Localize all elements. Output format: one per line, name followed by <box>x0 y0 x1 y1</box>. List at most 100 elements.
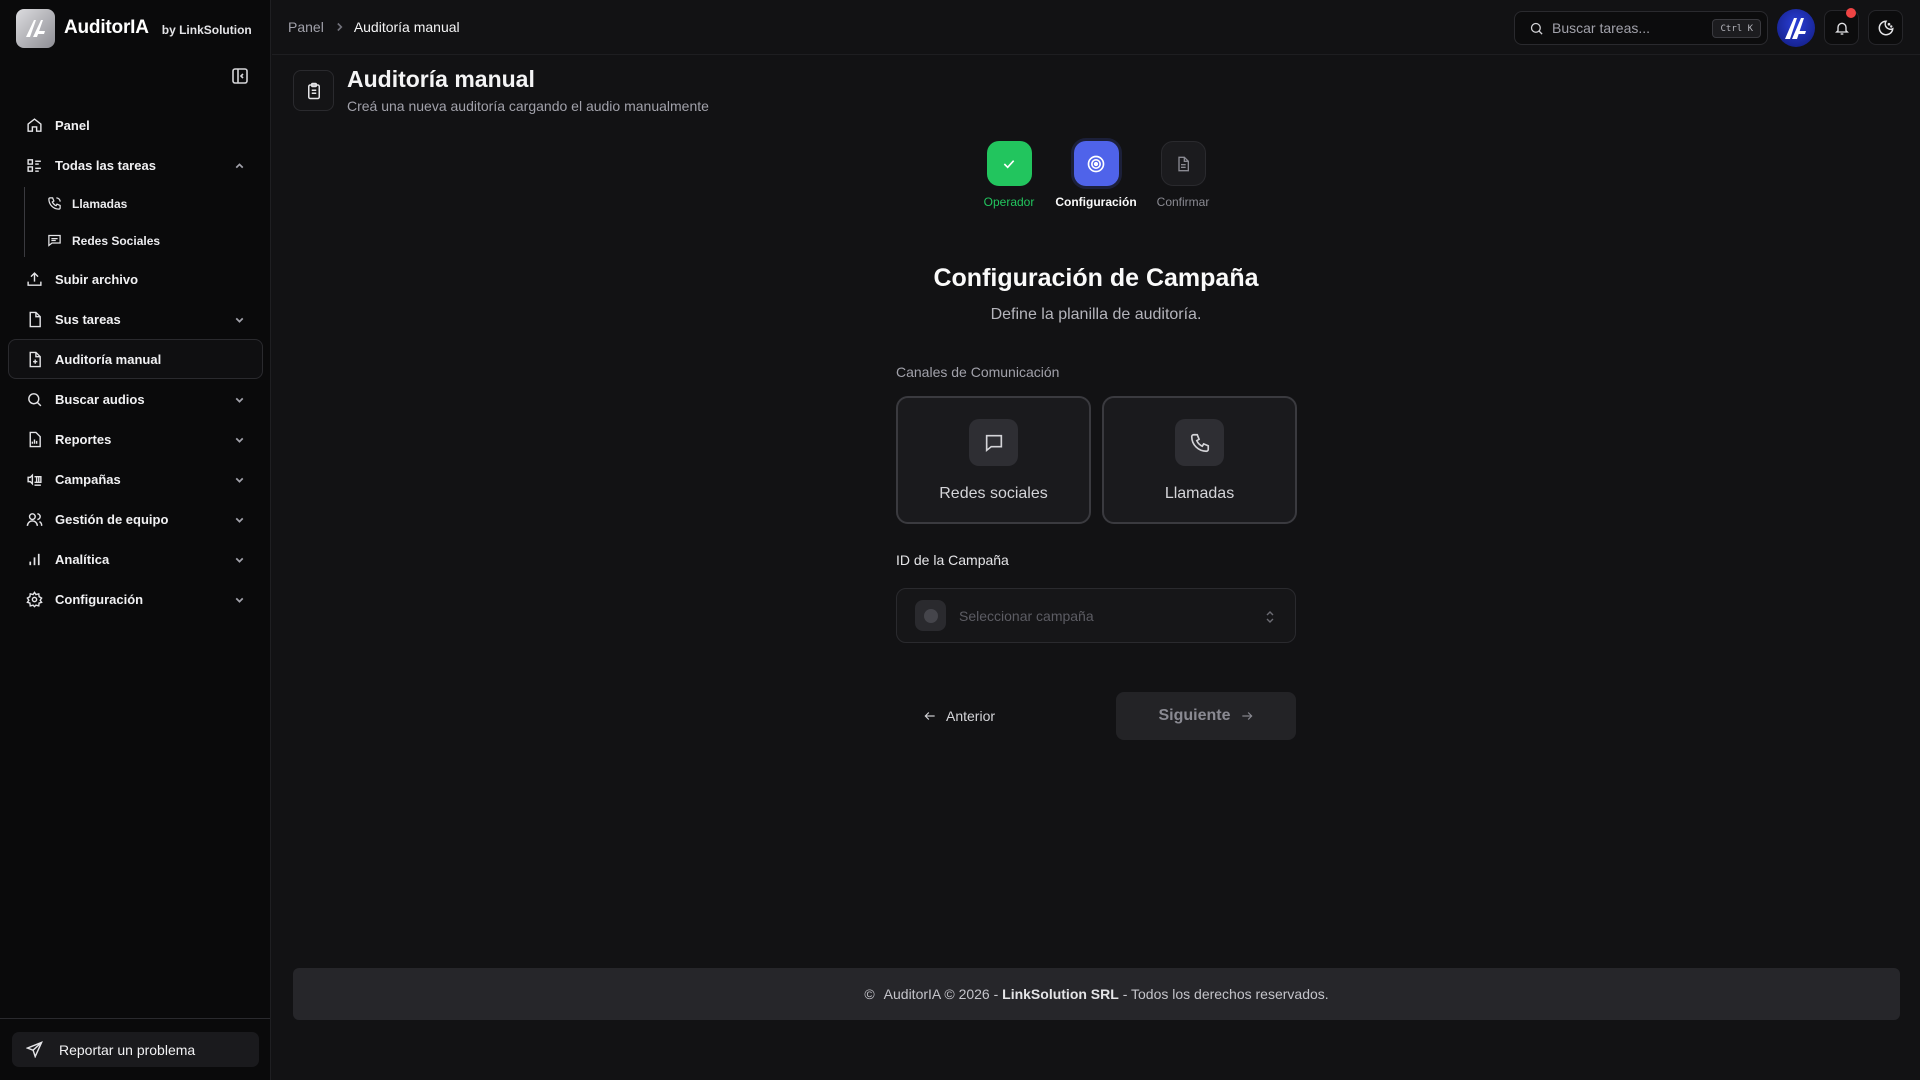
chevron-updown-icon <box>1266 611 1274 623</box>
notification-badge <box>1846 8 1856 18</box>
copyright-icon: © <box>864 986 875 1002</box>
chevron-up-icon <box>235 163 244 169</box>
sidebar-item-configuracion[interactable]: Configuración <box>8 579 263 619</box>
bell-icon <box>1834 22 1849 35</box>
sidebar-item-campanas[interactable]: Campañas <box>8 459 263 499</box>
step-label: Configuración <box>1055 195 1137 209</box>
sidebar-item-label: Gestión de equipo <box>55 511 169 527</box>
report-problem-label: Reportar un problema <box>59 1041 196 1058</box>
campaign-select-placeholder: Seleccionar campaña <box>959 607 1094 624</box>
step-confirmar[interactable]: Confirmar <box>1138 141 1228 209</box>
channel-label: Llamadas <box>1164 485 1235 502</box>
message-icon <box>48 234 61 247</box>
list-icon <box>27 158 41 172</box>
send-icon <box>26 1041 43 1058</box>
footer-suffix: - Todos los derechos reservados. <box>1122 986 1329 1002</box>
moon-icon <box>1878 19 1894 35</box>
file-plus-icon <box>29 351 41 367</box>
sidebar-toggle-icon[interactable] <box>230 66 250 86</box>
sidebar-subitem-label: Llamadas <box>72 196 128 211</box>
breadcrumb-home-link[interactable]: Panel <box>288 19 324 35</box>
avatar[interactable] <box>1777 9 1815 47</box>
check-icon <box>986 141 1032 186</box>
home-icon <box>27 117 42 132</box>
sidebar-subitem-llamadas[interactable]: Llamadas <box>24 185 263 222</box>
sidebar-item-label: Auditoría manual <box>55 351 162 367</box>
notifications-button[interactable] <box>1824 8 1859 45</box>
upload-icon <box>27 271 42 286</box>
chevron-down-icon <box>235 477 244 483</box>
chevron-down-icon <box>235 597 244 603</box>
chat-icon <box>969 419 1018 466</box>
step-operador[interactable]: Operador <box>964 141 1054 209</box>
footer-company: LinkSolution SRL <box>1002 986 1119 1002</box>
campaign-icon <box>27 473 42 486</box>
sidebar-item-label: Sus tareas <box>55 311 121 327</box>
sidebar-item-sus-tareas[interactable]: Sus tareas <box>8 299 263 339</box>
chevron-down-icon <box>235 517 244 523</box>
sidebar-subitem-label: Redes Sociales <box>72 233 161 248</box>
sidebar-subitem-redes-sociales[interactable]: Redes Sociales <box>24 222 263 259</box>
brand-by: by LinkSolution <box>161 22 252 37</box>
sidebar-nav: Panel Todas las tareas Llamadas Redes So… <box>8 105 263 619</box>
phone-icon <box>1175 419 1224 466</box>
page-subtitle: Creá una nueva auditoría cargando el aud… <box>347 98 709 114</box>
arrow-right-icon <box>1241 712 1252 720</box>
step-label: Confirmar <box>1156 195 1210 209</box>
form-title: Configuración de Campaña <box>933 264 1259 292</box>
sidebar-item-label: Panel <box>55 117 90 133</box>
sidebar-item-analitica[interactable]: Analítica <box>8 539 263 579</box>
brand-name: AuditorIA <box>64 17 149 38</box>
sidebar-item-label: Subir archivo <box>55 271 139 287</box>
chevron-down-icon <box>235 317 244 323</box>
footer-prefix: AuditorIA © 2026 - <box>883 986 999 1002</box>
sidebar-item-label: Configuración <box>55 591 144 607</box>
chevron-down-icon <box>235 557 244 563</box>
chevron-right-icon <box>337 22 343 32</box>
report-icon <box>29 431 41 447</box>
chevron-down-icon <box>235 437 244 443</box>
channel-label: Redes sociales <box>939 485 1048 502</box>
topbar: Panel Auditoría manual Buscar tareas... … <box>272 0 1920 55</box>
search-icon <box>1530 22 1543 35</box>
report-problem-button[interactable]: Reportar un problema <box>12 1032 259 1067</box>
chart-icon <box>29 553 40 565</box>
channels-label: Canales de Comunicación <box>896 364 1060 380</box>
sidebar-item-todas-las-tareas[interactable]: Todas las tareas <box>8 145 263 185</box>
clipboard-icon <box>293 70 334 111</box>
sidebar-item-auditoria-manual[interactable]: Auditoría manual <box>8 339 263 379</box>
sidebar-item-buscar-audios[interactable]: Buscar audios <box>8 379 263 419</box>
file-icon <box>29 311 41 327</box>
previous-button-label: Anterior <box>946 708 996 724</box>
search-input[interactable]: Buscar tareas... Ctrl K <box>1514 11 1768 45</box>
sidebar-item-subir-archivo[interactable]: Subir archivo <box>8 259 263 299</box>
target-icon <box>1073 141 1119 186</box>
next-button[interactable]: Siguiente <box>1116 692 1296 740</box>
theme-toggle-button[interactable] <box>1868 10 1903 45</box>
sidebar-item-panel[interactable]: Panel <box>8 105 263 145</box>
sidebar-subgroup: Llamadas Redes Sociales <box>8 185 263 259</box>
campaign-id-label: ID de la Campaña <box>896 552 1009 568</box>
next-button-label: Siguiente <box>1158 707 1231 724</box>
previous-button[interactable]: Anterior <box>913 700 1005 732</box>
sidebar-item-reportes[interactable]: Reportes <box>8 419 263 459</box>
search-placeholder: Buscar tareas... <box>1552 20 1651 36</box>
sidebar-item-gestion-de-equipo[interactable]: Gestión de equipo <box>8 499 263 539</box>
arrow-left-icon <box>924 712 935 720</box>
channel-llamadas-card[interactable]: Llamadas <box>1102 396 1297 524</box>
campaign-placeholder-icon <box>915 600 946 631</box>
campaign-select[interactable]: Seleccionar campaña <box>896 588 1296 643</box>
sidebar-item-label: Campañas <box>55 471 121 487</box>
brand[interactable]: AuditorIA by LinkSolution <box>16 8 252 48</box>
phone-icon <box>48 197 61 210</box>
page-title: Auditoría manual <box>347 66 535 92</box>
users-icon <box>26 512 43 526</box>
breadcrumb: Panel Auditoría manual <box>288 19 460 35</box>
sidebar: AuditorIA by LinkSolution Panel Todas la… <box>0 0 271 1080</box>
sidebar-item-label: Buscar audios <box>55 391 145 407</box>
brand-logo-icon <box>16 8 55 48</box>
gear-icon <box>26 590 43 608</box>
sidebar-item-label: Analítica <box>55 551 110 567</box>
step-configuracion[interactable]: Configuración <box>1051 141 1141 209</box>
channel-redes-sociales-card[interactable]: Redes sociales <box>896 396 1091 524</box>
